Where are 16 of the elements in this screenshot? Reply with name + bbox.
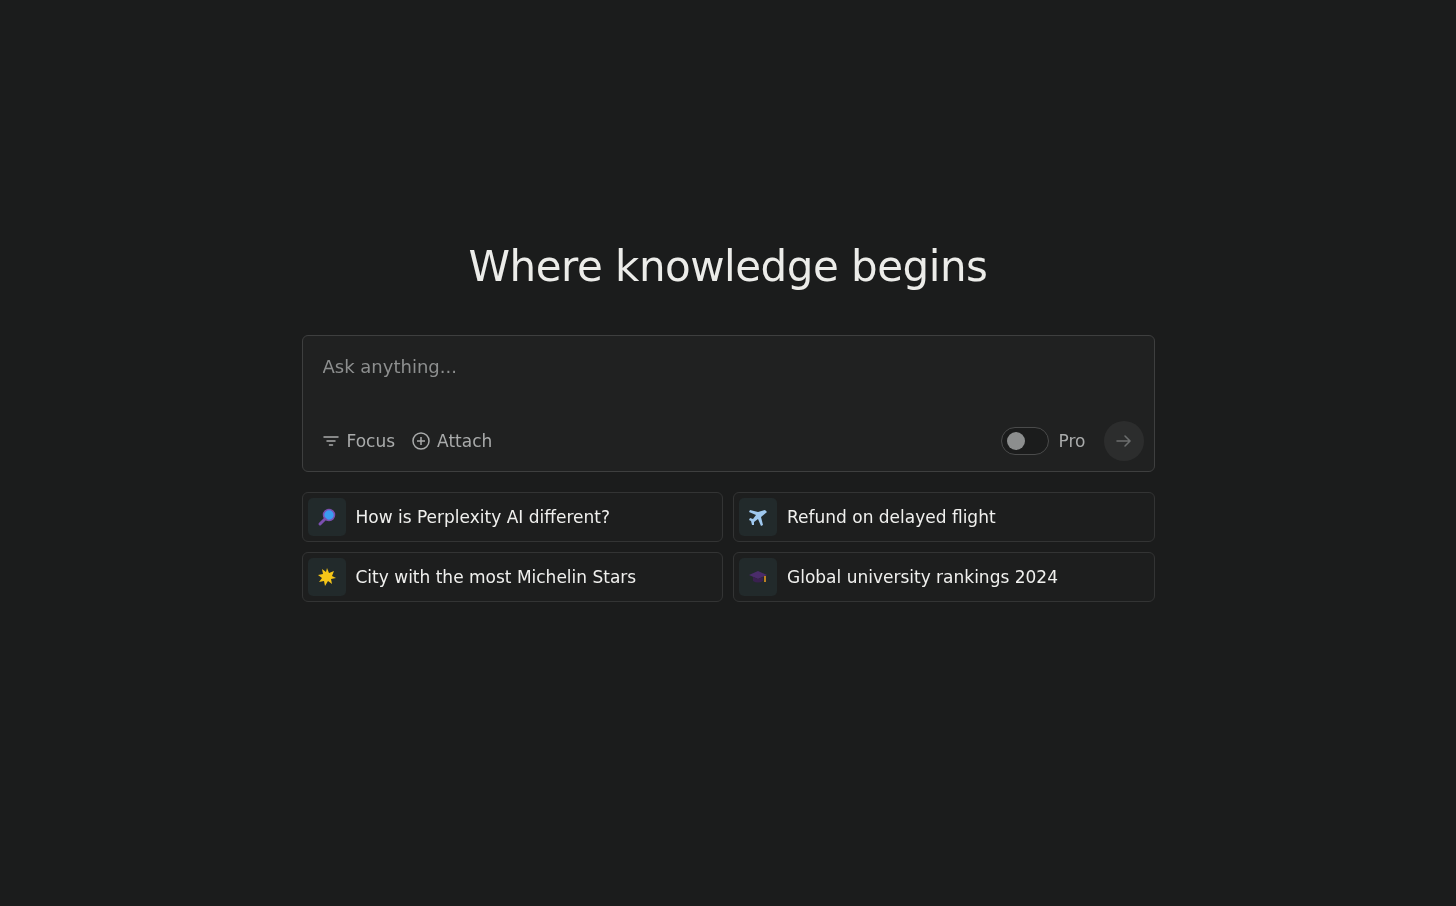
arrow-right-icon <box>1114 432 1133 450</box>
focus-button[interactable]: Focus <box>318 427 398 455</box>
attach-button[interactable]: Attach <box>409 427 495 455</box>
pro-toggle[interactable] <box>1000 427 1049 455</box>
pro-label: Pro <box>1058 431 1086 451</box>
airplane-icon <box>748 507 768 527</box>
suggestion-button[interactable]: Global university rankings 2024 <box>733 552 1155 602</box>
submit-button[interactable] <box>1103 421 1144 461</box>
suggestion-button[interactable]: City with the most Michelin Stars <box>301 552 723 602</box>
question-field[interactable]: Ask anything... Focus Attach Pro <box>301 335 1155 472</box>
suggestion-button[interactable]: How is Perplexity AI different? <box>301 492 723 542</box>
sparkle-icon <box>316 567 337 587</box>
magnifier-icon <box>316 507 337 527</box>
plus-circle-icon <box>411 431 432 451</box>
page-heading: Where knowledge begins <box>468 242 988 291</box>
suggestion-button[interactable]: Refund on delayed flight <box>733 492 1155 542</box>
